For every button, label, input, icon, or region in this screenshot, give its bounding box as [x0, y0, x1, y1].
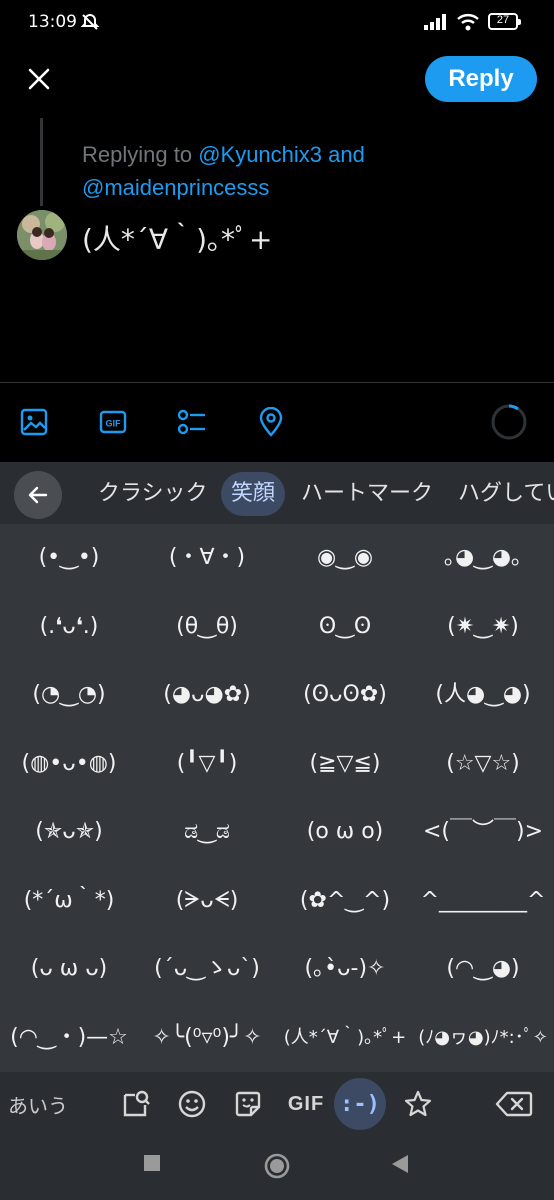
ime-switch-button[interactable]: あいう: [8, 1090, 68, 1119]
back-nav-button[interactable]: [391, 1154, 409, 1178]
emoticon-key[interactable]: (◍•ᴗ•◍): [0, 730, 138, 798]
system-nav-bar: [0, 1136, 554, 1200]
tab-heart[interactable]: ハートマーク: [291, 472, 443, 516]
backspace-icon: [495, 1091, 533, 1117]
emoticon-key[interactable]: (◕ᴗ◕✿): [138, 661, 276, 729]
avatar[interactable]: [17, 210, 67, 260]
emoticon-key[interactable]: ʘ‿ʘ: [276, 593, 414, 661]
home-button[interactable]: [263, 1152, 291, 1184]
signal-icon: [424, 14, 448, 34]
emoticon-key[interactable]: (.❛ᴗ❛.): [0, 593, 138, 661]
emoticon-key[interactable]: ◉‿◉: [276, 524, 414, 592]
tab-hug[interactable]: ハグしてい: [448, 472, 554, 516]
emoticon-key[interactable]: (´ᴗ‿ゝᴗ`): [138, 935, 276, 1003]
emoticon-key[interactable]: <(￣︶￣)>: [414, 798, 552, 866]
emoticon-key[interactable]: (╹▽╹): [138, 730, 276, 798]
emoticon-grid: (•‿•) (・∀・) ◉‿◉ ｡◕‿◕｡ (.❛ᴗ❛.) (θ‿θ) ʘ‿ʘ (✷‿✷) (◔…: [0, 524, 554, 1072]
delete-button[interactable]: [494, 1084, 534, 1124]
close-icon: [28, 68, 50, 90]
handle-link-2[interactable]: @maidenprincesss: [82, 175, 269, 200]
character-count-ring: [490, 403, 528, 441]
emoticon-key[interactable]: (*´ω｀*): [0, 867, 138, 935]
divider: [0, 382, 554, 383]
emoticon-key[interactable]: (•‿•): [0, 524, 138, 592]
sticker-button[interactable]: [228, 1084, 268, 1124]
star-icon: [404, 1090, 432, 1117]
replying-prefix: Replying to: [82, 142, 199, 167]
emoticon-key[interactable]: (・∀・): [138, 524, 276, 592]
emoticon-key[interactable]: (◔‿◔): [0, 661, 138, 729]
keyboard-bottom-bar: あいう GIF :-): [0, 1072, 554, 1136]
emoticon-category-tabs: クラシック 笑顔 ハートマーク ハグしてい: [0, 462, 554, 524]
tab-classic[interactable]: クラシック: [88, 472, 218, 516]
emoticon-key[interactable]: ｡◕‿◕｡: [414, 524, 552, 592]
emoticon-key[interactable]: (｡•̀ᴗ-)✧: [276, 935, 414, 1003]
location-icon: [259, 407, 283, 437]
emoticon-key[interactable]: (ʘᴗʘ✿): [276, 661, 414, 729]
tab-smile[interactable]: 笑顔: [221, 472, 286, 516]
emoticon-button[interactable]: :-): [334, 1078, 386, 1130]
circle-icon: [264, 1153, 290, 1179]
replying-to: Replying to @Kyunchix3 and @maidenprince…: [82, 138, 522, 204]
emoji-button[interactable]: [172, 1084, 212, 1124]
arrow-left-icon: [28, 486, 48, 504]
wifi-icon: [456, 12, 480, 36]
sticker-search-button[interactable]: [116, 1084, 156, 1124]
image-icon: [20, 408, 48, 436]
mute-icon: [80, 12, 100, 36]
gif-keyboard-button[interactable]: GIF: [285, 1084, 327, 1124]
gif-button[interactable]: GIF: [93, 402, 133, 442]
keyboard: クラシック 笑顔 ハートマーク ハグしてい (•‿•)(・∀・)◉‿◉｡◕‿◕｡…: [0, 462, 554, 1200]
thread-line: [40, 118, 43, 206]
emoticon-key[interactable]: (ᗒᴗᗕ): [138, 867, 276, 935]
emoticon-key[interactable]: (ﾉ◕ヮ◕)ﾉ*:･ﾟ✧: [414, 1004, 552, 1072]
emoticon-key[interactable]: (人*´∀｀)｡*ﾟ+: [276, 1004, 414, 1072]
gif-label: GIF: [287, 1092, 325, 1115]
battery-level: 27: [496, 14, 510, 26]
emoticon-key[interactable]: (人◕‿◕): [414, 661, 552, 729]
emoticon-key[interactable]: ✧╰(⁰▿⁰)╯✧: [138, 1004, 276, 1072]
handle-link-1[interactable]: @Kyunchix3: [198, 142, 322, 167]
emoticon-key[interactable]: (◠‿◕): [414, 935, 552, 1003]
emoticon-key[interactable]: (☆▽☆): [414, 730, 552, 798]
close-button[interactable]: [22, 62, 56, 96]
sticker-search-icon: [123, 1090, 150, 1117]
emoticon-key[interactable]: (✯ᴗ✯): [0, 798, 138, 866]
svg-text:GIF: GIF: [106, 419, 122, 429]
emoticon-key[interactable]: (ᴗ ω ᴗ): [0, 935, 138, 1003]
gif-icon: GIF: [99, 410, 127, 434]
emoticon-key[interactable]: (θ‿θ): [138, 593, 276, 661]
favorites-button[interactable]: [398, 1084, 438, 1124]
status-bar: 13:09 27: [0, 0, 554, 48]
recents-button[interactable]: [143, 1154, 161, 1176]
reply-button[interactable]: Reply: [425, 56, 537, 102]
poll-button[interactable]: [172, 402, 212, 442]
sticker-icon: [235, 1091, 261, 1117]
battery-icon: 27: [488, 13, 521, 30]
emoticon-key[interactable]: ^________^: [414, 867, 552, 935]
tweet-text-input[interactable]: (人*´∀｀)｡*ﾟ+: [82, 218, 272, 258]
emoticon-key[interactable]: (✿^‿^): [276, 867, 414, 935]
poll-icon: [177, 409, 205, 435]
emoticon-key[interactable]: ಡ‿ಡ: [138, 798, 276, 866]
emoji-icon: [178, 1090, 206, 1118]
emoticon-key[interactable]: (✷‿✷): [414, 593, 552, 661]
keyboard-back-button[interactable]: [14, 471, 62, 519]
triangle-back-icon: [392, 1155, 408, 1173]
emoticon-key[interactable]: (≧▽≦): [276, 730, 414, 798]
image-button[interactable]: [14, 402, 54, 442]
emoticon-key[interactable]: (◠‿・)—☆: [0, 1004, 138, 1072]
and-word[interactable]: and: [322, 142, 365, 167]
square-icon: [144, 1155, 160, 1171]
location-button[interactable]: [251, 402, 291, 442]
status-time: 13:09: [28, 12, 77, 32]
emoticon-key[interactable]: (o ω o): [276, 798, 414, 866]
